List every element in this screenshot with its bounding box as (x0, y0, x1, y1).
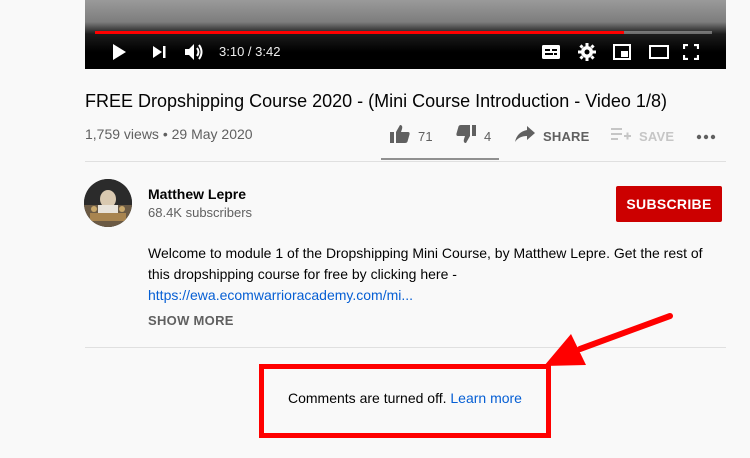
settings-icon[interactable] (577, 42, 597, 62)
divider-bottom (85, 347, 726, 348)
divider-top (85, 161, 726, 162)
subscriber-count: 68.4K subscribers (148, 205, 253, 220)
share-label: SHARE (543, 128, 590, 144)
highlight-box (259, 364, 551, 438)
show-more-button[interactable]: SHOW MORE (148, 313, 234, 328)
volume-icon[interactable] (184, 42, 206, 62)
progress-bar[interactable] (95, 31, 712, 34)
dislike-count: 4 (484, 128, 492, 144)
like-count: 71 (418, 128, 433, 144)
like-icon (390, 124, 410, 148)
channel-name[interactable]: Matthew Lepre (148, 186, 246, 202)
like-button[interactable]: 71 (390, 124, 433, 148)
avatar[interactable] (84, 179, 132, 227)
time-display: 3:10 / 3:42 (219, 44, 281, 59)
subtitles-icon[interactable] (541, 42, 561, 62)
description-link[interactable]: https://ewa.ecomwarrioracademy.com/mi... (148, 287, 413, 303)
description-line-2: this dropshipping course for free by cli… (148, 266, 457, 282)
play-icon[interactable] (111, 42, 127, 62)
theater-icon[interactable] (648, 42, 670, 62)
fullscreen-icon[interactable] (681, 42, 701, 62)
upload-date: 29 May 2020 (171, 126, 253, 142)
meta-separator: • (162, 126, 172, 142)
save-icon (611, 127, 631, 146)
share-button[interactable]: SHARE (515, 124, 590, 148)
next-icon[interactable] (151, 42, 167, 62)
description: Welcome to module 1 of the Dropshipping … (148, 243, 728, 306)
subscribe-button[interactable]: SUBSCRIBE (616, 186, 722, 222)
video-player[interactable]: 3:10 / 3:42 (85, 0, 726, 69)
dislike-button[interactable]: 4 (456, 124, 491, 148)
save-button[interactable]: SAVE (611, 124, 674, 148)
video-meta: 1,759 views • 29 May 2020 (85, 126, 253, 142)
save-label: SAVE (639, 128, 675, 144)
share-icon (515, 125, 535, 147)
view-count: 1,759 views (85, 126, 159, 142)
description-line-1: Welcome to module 1 of the Dropshipping … (148, 245, 703, 261)
sentiment-bar (381, 158, 499, 160)
more-actions-button[interactable] (696, 124, 716, 148)
progress-fill (95, 31, 624, 34)
more-icon (696, 127, 716, 145)
dislike-icon (456, 124, 476, 148)
video-title: FREE Dropshipping Course 2020 - (Mini Co… (85, 91, 667, 111)
miniplayer-icon[interactable] (612, 42, 632, 62)
